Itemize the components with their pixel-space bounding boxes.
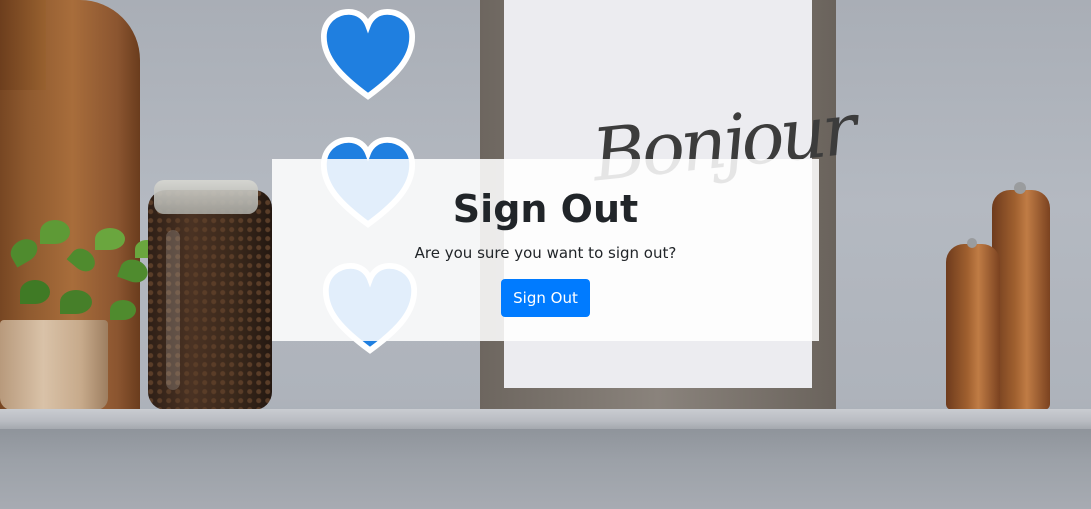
blue-heart-decoration <box>320 8 416 100</box>
background-scene: Bonjour Sign Out Are you sure you want t… <box>0 0 1091 509</box>
signout-dialog: Sign Out Are you sure you want to sign o… <box>272 159 819 341</box>
signout-message: Are you sure you want to sign out? <box>414 244 677 262</box>
pepper-mill-short <box>946 244 1000 410</box>
signout-title: Sign Out <box>452 187 639 231</box>
pepper-mill-tall <box>992 190 1050 410</box>
shelf-top <box>0 409 1091 429</box>
cutting-board-handle <box>0 0 46 90</box>
coffee-jar-lid <box>154 180 258 214</box>
flower-pot <box>0 320 108 410</box>
shelf-front <box>0 429 1091 509</box>
signout-button[interactable]: Sign Out <box>501 279 590 317</box>
